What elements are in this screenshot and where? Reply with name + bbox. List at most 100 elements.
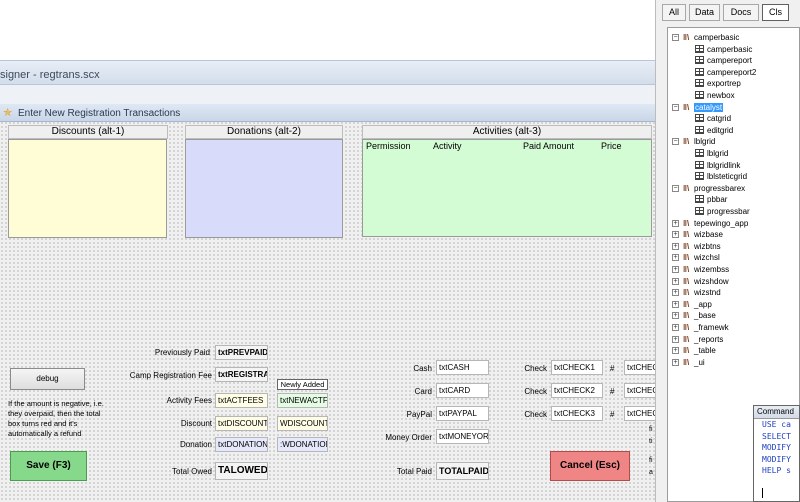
library-icon: ‖\ (683, 357, 690, 367)
command-line[interactable]: SELECT (754, 431, 799, 443)
collapse-toggle-icon[interactable]: − (672, 34, 679, 41)
tab-docs[interactable]: Docs (723, 4, 759, 21)
tab-all[interactable]: All (662, 4, 686, 21)
tree-library-item[interactable]: ‖\ tepewingo_app (683, 218, 748, 229)
expand-toggle-icon[interactable]: + (672, 358, 679, 366)
tree-class-item[interactable]: lblgrid (695, 148, 728, 159)
library-icon: ‖\ (683, 346, 690, 356)
tree-library-item[interactable]: ‖\ wizbtns (683, 241, 721, 252)
card-field[interactable]: txtCARD (436, 383, 489, 398)
tree-library-item[interactable]: ‖\ catalyst (683, 102, 724, 113)
expand-toggle-icon[interactable]: + (672, 324, 679, 331)
designer-title: signer - regtrans.scx (0, 69, 100, 81)
total-owed-field[interactable]: TALOWED (215, 462, 268, 480)
save-button[interactable]: Save (F3) (10, 451, 87, 481)
expand-toggle-icon[interactable]: + (672, 335, 679, 343)
check-3-field[interactable]: txtCHECK3 (551, 406, 603, 421)
tree-library-item[interactable]: ‖\ progressbarex (683, 183, 745, 194)
camp-registration-field[interactable]: txtREGISTRAI (215, 367, 268, 382)
tree-class-item[interactable]: campereport (695, 55, 752, 66)
tree-class-item[interactable]: lblsteticgrid (695, 171, 747, 182)
library-icon: ‖\ (683, 299, 690, 309)
tree-class-item[interactable]: pbbar (695, 194, 727, 205)
tree-library-item[interactable]: ‖\ _framewk (683, 322, 729, 333)
collapse-toggle-icon[interactable]: − (672, 138, 679, 146)
tree-class-item[interactable]: catgrid (695, 113, 731, 124)
donations-header-label: Donations (alt-2) (227, 126, 301, 137)
tree-class-item[interactable]: newbox (695, 90, 735, 101)
tree-class-item[interactable]: exportrep (695, 78, 741, 89)
expand-toggle-icon[interactable]: + (672, 266, 679, 273)
tab-data[interactable]: Data (689, 4, 720, 21)
collapse-toggle-icon[interactable]: − (672, 103, 679, 111)
col-permission: Permission (366, 141, 411, 151)
tree-library-item[interactable]: ‖\ wizstnd (683, 287, 721, 298)
expand-toggle-icon[interactable]: + (672, 347, 679, 355)
discount-new-field[interactable]: WDISCOUNT (277, 416, 328, 431)
library-icon: ‖\ (683, 311, 690, 321)
command-window[interactable]: Command USE ca SELECT MODIFY MODIFY HELP… (753, 405, 800, 502)
activity-fees-new-field[interactable]: txtNEWACTFE (277, 393, 328, 408)
clipped-text: ti (649, 438, 653, 445)
command-line[interactable]: MODIFY (754, 454, 799, 466)
money-order-field[interactable]: txtMONEYORD (436, 429, 489, 444)
activity-fees-field[interactable]: txtACTFEES (215, 393, 268, 408)
tree-library-item[interactable]: ‖\ _table (683, 345, 716, 356)
col-price: Price (601, 141, 622, 151)
col-paid-amount: Paid Amount (523, 141, 575, 151)
expand-toggle-icon[interactable]: + (672, 289, 679, 297)
tree-library-item[interactable]: ‖\ camperbasic (683, 32, 739, 43)
expand-toggle-icon[interactable]: + (672, 219, 679, 227)
tree-library-item[interactable]: ‖\ wizbase (683, 229, 723, 240)
tab-cls[interactable]: Cls (762, 4, 789, 21)
cash-field[interactable]: txtCASH (436, 360, 489, 375)
command-line[interactable]: HELP s (754, 465, 799, 477)
tree-library-item[interactable]: ‖\ wizshdow (683, 276, 729, 287)
check-2-number-field[interactable]: txtCHEC (624, 383, 655, 398)
discounts-header-label: Discounts (alt-1) (51, 126, 125, 137)
tree-library-item[interactable]: ‖\ _reports (683, 334, 723, 345)
donation-field[interactable]: txtDONATION (215, 437, 268, 452)
collapse-toggle-icon[interactable]: − (672, 184, 679, 192)
expand-toggle-icon[interactable]: + (672, 254, 679, 262)
check-1-number-field[interactable]: txtCHEC (624, 360, 655, 375)
tree-library-item[interactable]: ‖\ lblgrid (683, 136, 715, 147)
tree-class-item[interactable]: campereport2 (695, 67, 756, 78)
discounts-grid[interactable] (8, 139, 167, 238)
donations-grid[interactable] (185, 139, 343, 238)
tree-class-item[interactable]: lblgridlink (695, 160, 740, 171)
tree-class-item[interactable]: camperbasic (695, 44, 752, 55)
expand-toggle-icon[interactable]: + (672, 242, 679, 250)
tree-class-item[interactable]: editgrid (695, 125, 733, 136)
activities-header-label: Activities (alt-3) (472, 126, 542, 137)
clipped-text: a (649, 469, 653, 476)
expand-toggle-icon[interactable]: + (672, 312, 679, 320)
tree-item-label: progressbar (707, 207, 750, 216)
tree-item-label: pbbar (707, 195, 728, 205)
check-2-field[interactable]: txtCHECK2 (551, 383, 603, 398)
expand-toggle-icon[interactable]: + (672, 231, 679, 239)
tree-library-item[interactable]: ‖\ _ui (683, 357, 705, 368)
discount-field[interactable]: txtDISCOUNT (215, 416, 268, 431)
command-line[interactable]: USE ca (754, 419, 799, 431)
expand-toggle-icon[interactable]: + (672, 300, 679, 308)
paypal-field[interactable]: txtPAYPAL (436, 406, 489, 421)
donation-new-field[interactable]: :WDONATION (277, 437, 328, 452)
command-line[interactable]: MODIFY (754, 442, 799, 454)
tree-class-item[interactable]: progressbar (695, 206, 750, 217)
previously-paid-field[interactable]: txtPREVPAID (215, 345, 268, 360)
debug-button[interactable]: debug (10, 368, 85, 390)
debug-note: If the amount is negative, i.e. they ove… (8, 399, 104, 438)
total-paid-field[interactable]: TOTALPAID (436, 462, 489, 480)
tree-library-item[interactable]: ‖\ _base (683, 310, 716, 321)
tree-library-item[interactable]: ‖\ wizembss (683, 264, 729, 275)
cancel-button[interactable]: Cancel (Esc) (550, 451, 630, 481)
check-1-field[interactable]: txtCHECK1 (551, 360, 603, 375)
command-window-title: Command (754, 406, 799, 419)
check-3-number-field[interactable]: txtCHEC (624, 406, 655, 421)
activities-grid[interactable]: Permission Activity Paid Amount Price (362, 139, 652, 237)
tree-library-item[interactable]: ‖\ _app (683, 299, 712, 310)
tree-item-label: wizstnd (694, 288, 721, 298)
tree-library-item[interactable]: ‖\ wizchsl (683, 252, 720, 263)
expand-toggle-icon[interactable]: + (672, 277, 679, 285)
